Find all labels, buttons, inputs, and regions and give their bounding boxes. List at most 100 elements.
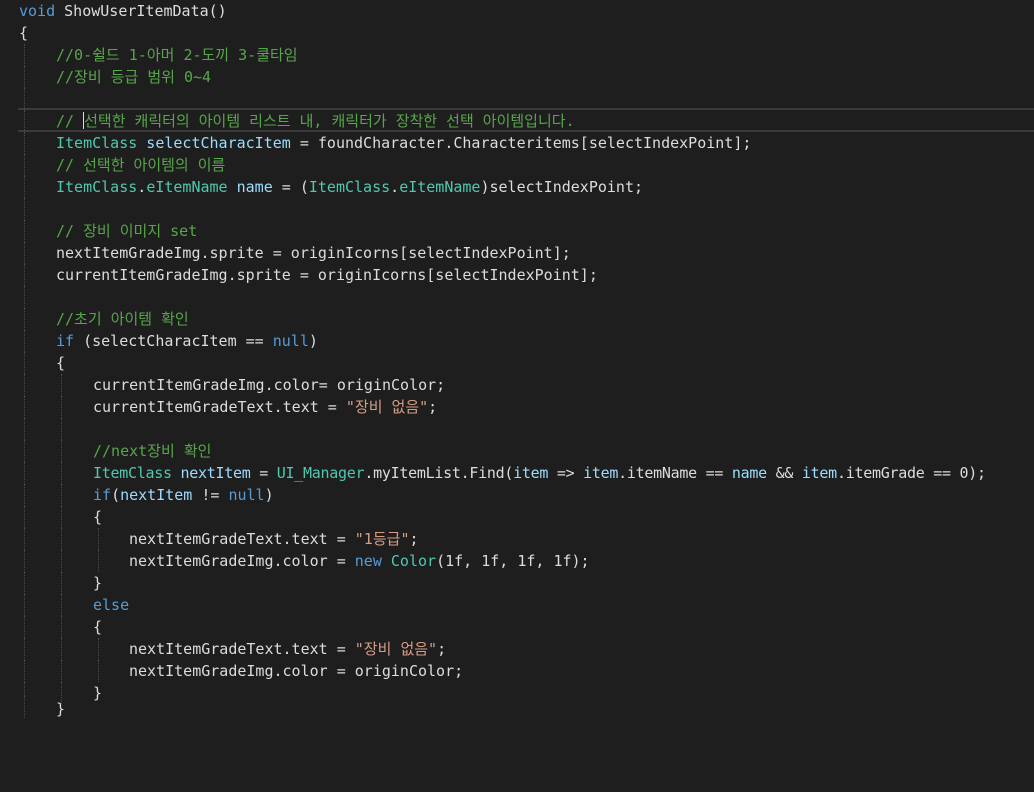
code-text: nextItemGradeImg.color = new Color(1f, 1… — [129, 550, 590, 572]
code-editor[interactable]: void ShowUserItemData() { //0-쉴드 1-아머 2-… — [0, 0, 1034, 720]
code-line[interactable]: nextItemGradeText.text = "1등급"; — [0, 528, 1034, 550]
code-line[interactable]: { — [0, 506, 1034, 528]
lambda-param: item — [513, 464, 549, 482]
dot: . — [137, 178, 147, 196]
paren: ) — [308, 332, 318, 350]
expression: )selectIndexPoint; — [480, 178, 644, 196]
indent-guide — [24, 88, 25, 110]
type-name: eItemName — [399, 178, 481, 196]
paren: ) — [264, 486, 274, 504]
indent-guide — [61, 550, 62, 572]
code-line[interactable]: // 선택한 아이템의 이름 — [0, 154, 1034, 176]
indent-guide — [61, 374, 62, 396]
close-brace: } — [56, 700, 66, 718]
method-call: .myItemList.Find( — [364, 464, 514, 482]
code-line[interactable]: ItemClass.eItemName name = (ItemClass.eI… — [0, 176, 1034, 198]
code-text: ItemClass.eItemName name = (ItemClass.eI… — [56, 176, 643, 198]
keyword-null: null — [228, 486, 265, 504]
open-brace: { — [56, 354, 66, 372]
indent-guide — [61, 616, 62, 638]
indent-guide — [61, 396, 62, 418]
code-line[interactable]: } — [0, 572, 1034, 594]
statement: nextItemGradeText.text = — [129, 640, 355, 658]
string-literal: "장비 없음" — [354, 640, 438, 658]
expression: .itemGrade == 0); — [836, 464, 986, 482]
indent-guide — [24, 484, 25, 506]
code-line[interactable]: // 장비 이미지 set — [0, 220, 1034, 242]
code-line[interactable]: nextItemGradeImg.sprite = originIcorns[s… — [0, 242, 1034, 264]
expression: = foundCharacter.Characteritems[selectIn… — [290, 134, 752, 152]
comment: //next장비 확인 — [93, 442, 212, 460]
indent-guide — [61, 572, 62, 594]
indent-guide — [98, 638, 99, 660]
comment: //초기 아이템 확인 — [56, 310, 189, 328]
statement: nextItemGradeImg.color = originColor; — [129, 662, 464, 680]
keyword-null: null — [272, 332, 309, 350]
code-line[interactable]: { — [0, 352, 1034, 374]
arguments: (1f, 1f, 1f, 1f); — [436, 552, 590, 570]
code-line[interactable]: //장비 등급 범위 0~4 — [0, 66, 1034, 88]
indent-guide — [24, 308, 25, 330]
indent-guide — [24, 44, 25, 66]
code-text: if (selectCharacItem == null) — [56, 330, 318, 352]
keyword-if: if — [93, 486, 112, 504]
operator: = ( — [272, 178, 309, 196]
open-brace: { — [19, 24, 29, 42]
type-name: ItemClass — [56, 134, 138, 152]
code-line[interactable]: //0-쉴드 1-아머 2-도끼 3-쿨타임 — [0, 44, 1034, 66]
keyword-void: void — [19, 2, 56, 20]
indent-guide — [61, 462, 62, 484]
code-line[interactable]: ItemClass selectCharacItem = foundCharac… — [0, 132, 1034, 154]
comment: //장비 등급 범위 0~4 — [56, 68, 212, 86]
indent-guide — [24, 132, 25, 154]
code-line[interactable]: else — [0, 594, 1034, 616]
indent-guide — [24, 418, 25, 440]
keyword-if: if — [56, 332, 75, 350]
type-name: UI_Manager — [276, 464, 365, 482]
code-line[interactable]: currentItemGradeText.text = "장비 없음"; — [0, 396, 1034, 418]
code-line[interactable]: void ShowUserItemData() — [0, 0, 1034, 22]
indent-guide — [24, 220, 25, 242]
code-line[interactable]: currentItemGradeImg.sprite = originIcorn… — [0, 264, 1034, 286]
keyword-else: else — [93, 596, 130, 614]
code-line[interactable] — [0, 198, 1034, 220]
code-line[interactable] — [0, 88, 1034, 110]
code-line[interactable]: //초기 아이템 확인 — [0, 308, 1034, 330]
comment: // 선택한 캐릭터의 아이템 리스트 내, 캐릭터가 장착한 선택 아이템입니… — [56, 110, 575, 132]
code-line[interactable] — [0, 286, 1034, 308]
code-line[interactable]: if (selectCharacItem == null) — [0, 330, 1034, 352]
code-line[interactable]: { — [0, 22, 1034, 44]
indent-guide — [61, 440, 62, 462]
indent-guide — [24, 462, 25, 484]
code-line[interactable]: if(nextItem != null) — [0, 484, 1034, 506]
code-line[interactable]: } — [0, 696, 1034, 720]
code-line[interactable] — [0, 418, 1034, 440]
comment: // 선택한 아이템의 이름 — [56, 156, 226, 174]
code-line-current[interactable]: // 선택한 캐릭터의 아이템 리스트 내, 캐릭터가 장착한 선택 아이템입니… — [0, 110, 1034, 132]
indent-guide — [24, 110, 25, 132]
indent-guide — [24, 616, 25, 638]
code-text: nextItemGradeText.text = "1등급"; — [129, 528, 419, 550]
variable-name: name — [227, 178, 273, 196]
string-literal: "장비 없음" — [345, 398, 429, 416]
code-text: if(nextItem != null) — [93, 484, 274, 506]
type-name: Color — [390, 552, 437, 570]
code-line[interactable]: currentItemGradeImg.color= originColor; — [0, 374, 1034, 396]
keyword-new: new — [354, 552, 382, 570]
code-line[interactable]: //next장비 확인 — [0, 440, 1034, 462]
code-line[interactable]: nextItemGradeImg.color = originColor; — [0, 660, 1034, 682]
indent-guide — [24, 528, 25, 550]
indent-guide — [24, 572, 25, 594]
expression: .itemName == — [618, 464, 732, 482]
code-line[interactable]: nextItemGradeText.text = "장비 없음"; — [0, 638, 1034, 660]
code-line[interactable]: nextItemGradeImg.color = new Color(1f, 1… — [0, 550, 1034, 572]
code-line[interactable]: ItemClass nextItem = UI_Manager.myItemLi… — [0, 462, 1034, 484]
code-line[interactable]: { — [0, 616, 1034, 638]
indent-guide — [24, 638, 25, 660]
lambda-param: item — [801, 464, 837, 482]
lambda-param: item — [583, 464, 619, 482]
variable-name: name — [731, 464, 767, 482]
comment-body: 선택한 캐릭터의 아이템 리스트 내, 캐릭터가 장착한 선택 아이템입니다. — [84, 112, 575, 130]
indent-guide — [98, 660, 99, 682]
